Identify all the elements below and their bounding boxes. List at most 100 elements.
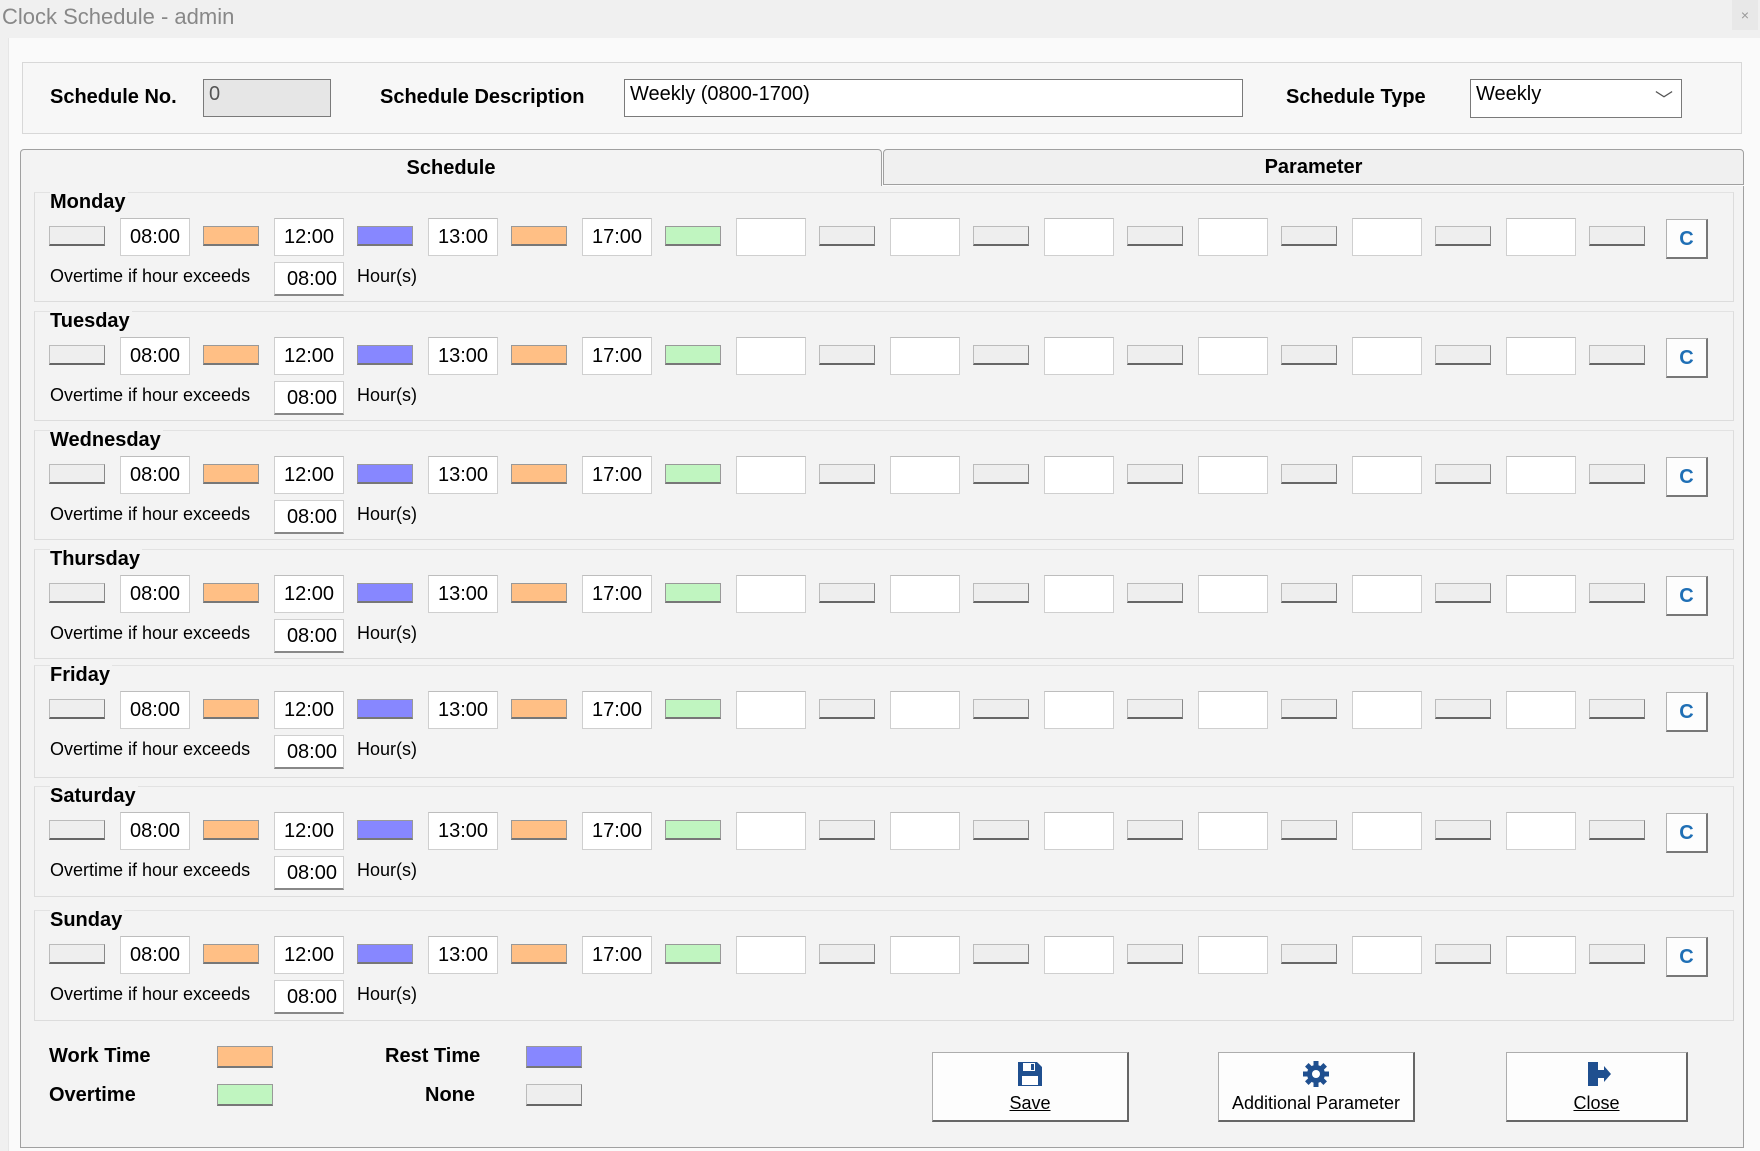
time-input[interactable]: 12:00	[274, 218, 344, 256]
segment-type-button[interactable]	[1435, 699, 1491, 719]
segment-type-button[interactable]	[973, 345, 1029, 365]
time-input[interactable]: 13:00	[428, 337, 498, 375]
time-input[interactable]	[1198, 812, 1268, 850]
segment-type-button[interactable]	[1281, 464, 1337, 484]
time-input[interactable]	[1506, 337, 1576, 375]
tab-parameter[interactable]: Parameter	[883, 149, 1744, 185]
segment-type-button[interactable]	[357, 226, 413, 246]
time-input[interactable]	[1352, 812, 1422, 850]
segment-type-button[interactable]	[49, 226, 105, 246]
segment-type-button[interactable]	[511, 944, 567, 964]
time-input[interactable]	[1352, 218, 1422, 256]
segment-type-button[interactable]	[665, 345, 721, 365]
schedule-type-select[interactable]: Weekly ﹀	[1470, 79, 1682, 118]
save-button[interactable]: Save	[932, 1052, 1129, 1122]
segment-type-button[interactable]	[49, 699, 105, 719]
time-input[interactable]	[1044, 575, 1114, 613]
time-input[interactable]: 17:00	[582, 936, 652, 974]
time-input[interactable]: 12:00	[274, 691, 344, 729]
segment-type-button[interactable]	[819, 820, 875, 840]
segment-type-button[interactable]	[511, 699, 567, 719]
segment-type-button[interactable]	[665, 699, 721, 719]
segment-type-button[interactable]	[1281, 699, 1337, 719]
time-input[interactable]: 12:00	[274, 575, 344, 613]
time-input[interactable]	[890, 456, 960, 494]
segment-type-button[interactable]	[1589, 464, 1645, 484]
segment-type-button[interactable]	[1435, 345, 1491, 365]
time-input[interactable]	[1044, 218, 1114, 256]
overtime-threshold-input[interactable]: 08:00	[274, 619, 344, 653]
time-input[interactable]: 12:00	[274, 936, 344, 974]
segment-type-button[interactable]	[357, 583, 413, 603]
time-input[interactable]: 13:00	[428, 456, 498, 494]
segment-type-button[interactable]	[1435, 464, 1491, 484]
segment-type-button[interactable]	[819, 345, 875, 365]
time-input[interactable]	[1044, 936, 1114, 974]
segment-type-button[interactable]	[357, 345, 413, 365]
segment-type-button[interactable]	[1127, 820, 1183, 840]
segment-type-button[interactable]	[357, 820, 413, 840]
time-input[interactable]	[1198, 936, 1268, 974]
time-input[interactable]: 12:00	[274, 812, 344, 850]
overtime-threshold-input[interactable]: 08:00	[274, 381, 344, 415]
time-input[interactable]	[736, 456, 806, 494]
time-input[interactable]	[1506, 691, 1576, 729]
segment-type-button[interactable]	[1281, 820, 1337, 840]
overtime-threshold-input[interactable]: 08:00	[274, 262, 344, 296]
segment-type-button[interactable]	[203, 944, 259, 964]
schedule-description-field[interactable]: Weekly (0800-1700)	[624, 79, 1243, 117]
clear-day-button[interactable]: C	[1666, 457, 1708, 497]
clear-day-button[interactable]: C	[1666, 219, 1708, 259]
time-input[interactable]	[1506, 812, 1576, 850]
time-input[interactable]	[1044, 337, 1114, 375]
time-input[interactable]: 13:00	[428, 691, 498, 729]
segment-type-button[interactable]	[511, 226, 567, 246]
time-input[interactable]: 17:00	[582, 575, 652, 613]
time-input[interactable]: 13:00	[428, 218, 498, 256]
time-input[interactable]	[736, 218, 806, 256]
time-input[interactable]: 08:00	[120, 936, 190, 974]
segment-type-button[interactable]	[357, 464, 413, 484]
segment-type-button[interactable]	[1589, 699, 1645, 719]
schedule-no-field[interactable]: 0	[203, 79, 331, 117]
overtime-threshold-input[interactable]: 08:00	[274, 735, 344, 769]
segment-type-button[interactable]	[973, 226, 1029, 246]
time-input[interactable]	[890, 691, 960, 729]
segment-type-button[interactable]	[203, 345, 259, 365]
segment-type-button[interactable]	[357, 699, 413, 719]
segment-type-button[interactable]	[511, 820, 567, 840]
segment-type-button[interactable]	[1127, 944, 1183, 964]
time-input[interactable]: 08:00	[120, 456, 190, 494]
segment-type-button[interactable]	[1435, 820, 1491, 840]
segment-type-button[interactable]	[665, 820, 721, 840]
segment-type-button[interactable]	[973, 583, 1029, 603]
close-button[interactable]: Close	[1506, 1052, 1688, 1122]
segment-type-button[interactable]	[49, 944, 105, 964]
overtime-threshold-input[interactable]: 08:00	[274, 500, 344, 534]
segment-type-button[interactable]	[1281, 944, 1337, 964]
segment-type-button[interactable]	[1435, 226, 1491, 246]
time-input[interactable]	[1198, 691, 1268, 729]
time-input[interactable]	[1352, 575, 1422, 613]
segment-type-button[interactable]	[1435, 944, 1491, 964]
segment-type-button[interactable]	[49, 583, 105, 603]
time-input[interactable]	[890, 936, 960, 974]
time-input[interactable]	[890, 218, 960, 256]
time-input[interactable]	[1352, 456, 1422, 494]
time-input[interactable]: 13:00	[428, 575, 498, 613]
segment-type-button[interactable]	[357, 944, 413, 964]
time-input[interactable]: 12:00	[274, 337, 344, 375]
segment-type-button[interactable]	[1127, 464, 1183, 484]
time-input[interactable]: 13:00	[428, 936, 498, 974]
segment-type-button[interactable]	[1281, 226, 1337, 246]
time-input[interactable]	[890, 337, 960, 375]
time-input[interactable]	[1044, 456, 1114, 494]
time-input[interactable]	[1044, 812, 1114, 850]
segment-type-button[interactable]	[973, 699, 1029, 719]
time-input[interactable]: 08:00	[120, 691, 190, 729]
time-input[interactable]	[1198, 218, 1268, 256]
segment-type-button[interactable]	[1127, 345, 1183, 365]
segment-type-button[interactable]	[665, 944, 721, 964]
time-input[interactable]	[1352, 691, 1422, 729]
segment-type-button[interactable]	[203, 464, 259, 484]
